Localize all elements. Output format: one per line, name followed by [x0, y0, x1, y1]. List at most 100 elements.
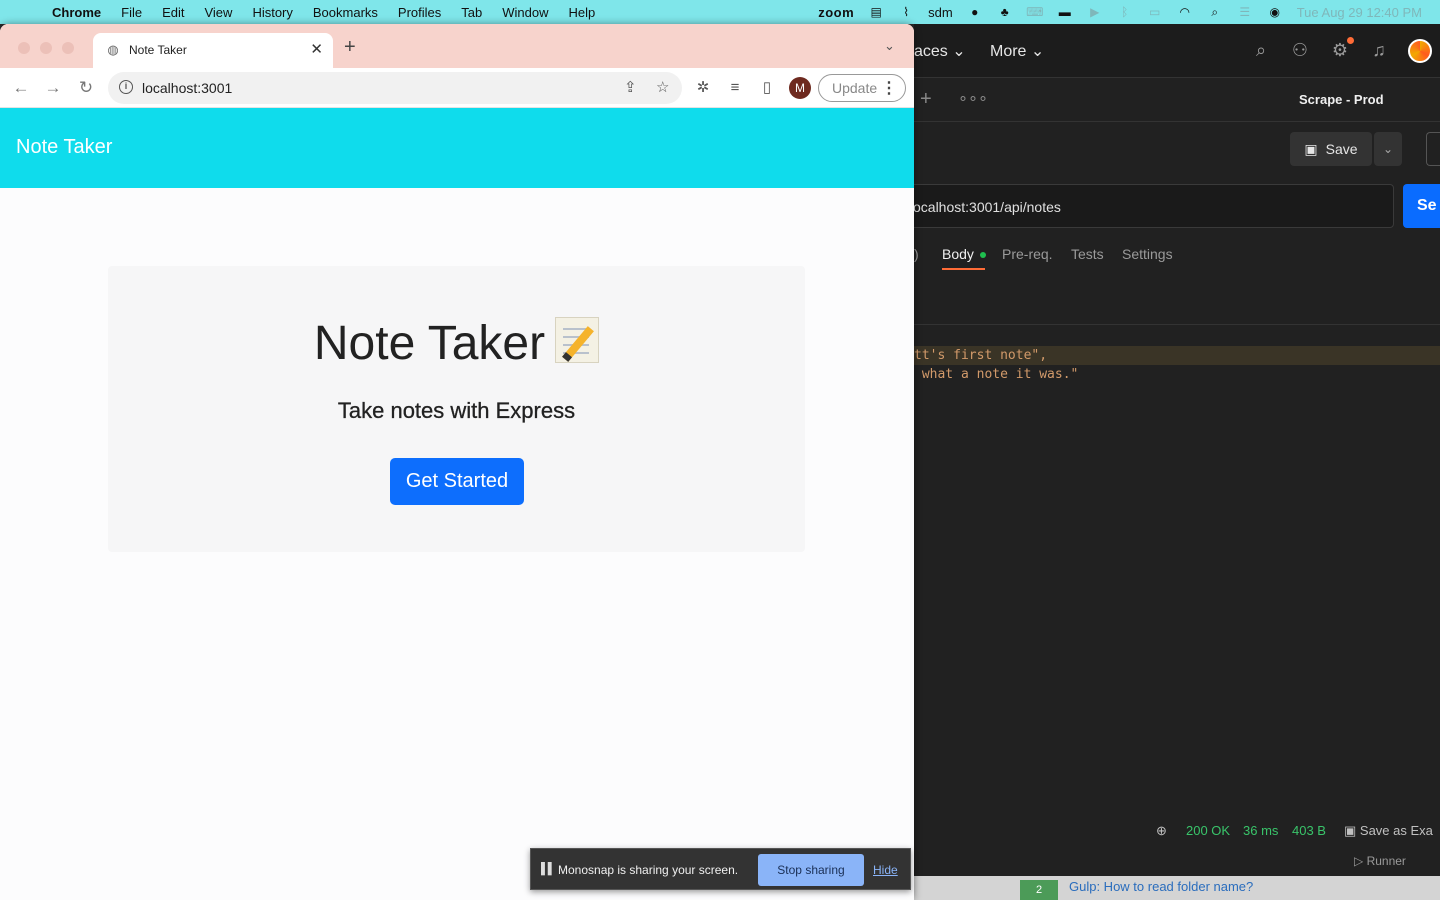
vote-badge: 2 — [1020, 880, 1058, 900]
menu-clock[interactable]: Tue Aug 29 12:40 PM — [1297, 5, 1422, 20]
response-time: 36 ms — [1243, 823, 1279, 838]
wifi-icon[interactable]: ◠ — [1177, 5, 1193, 19]
evernote-icon[interactable]: ♣ — [997, 5, 1013, 19]
globe-icon[interactable]: ⊕ — [1156, 823, 1167, 839]
body-indicator-dot — [979, 252, 986, 259]
spotlight-search-icon[interactable]: ⌕ — [1207, 5, 1223, 19]
stop-sharing-button[interactable]: Stop sharing — [758, 854, 864, 886]
share-icon[interactable]: ⇪ — [624, 78, 637, 96]
more-tabs-icon[interactable]: ∘∘∘ — [958, 88, 988, 108]
side-panel-icon[interactable]: ▯ — [756, 77, 778, 99]
menu-bookmarks[interactable]: Bookmarks — [313, 5, 378, 20]
request-url-input[interactable]: ocalhost:3001/api/notes — [904, 184, 1394, 228]
site-info-icon[interactable]: i — [119, 80, 133, 94]
sdm-status-item[interactable]: sdm — [928, 5, 953, 20]
menu-profiles[interactable]: Profiles — [398, 5, 441, 20]
web-page: Note Taker Note Taker Take notes with Ex… — [0, 108, 914, 900]
minimize-window-button[interactable] — [40, 42, 52, 54]
browser-tab[interactable]: ◍ Note Taker ✕ — [93, 33, 333, 68]
divider — [914, 324, 1440, 325]
code-line: what a note it was." — [914, 367, 1079, 382]
more-menu-icon[interactable]: ⋮ — [881, 78, 897, 98]
new-tab-button[interactable]: + — [344, 36, 356, 59]
site-navbar: Note Taker — [0, 108, 914, 188]
navbar-brand[interactable]: Note Taker — [16, 136, 112, 159]
screen-sharing-bar: ▌▌ Monosnap is sharing your screen. Stop… — [530, 848, 911, 890]
text-edit-icon[interactable]: ▤ — [868, 5, 884, 19]
bookmark-star-icon[interactable]: ☆ — [656, 78, 669, 96]
postman-header: aces ⌄ More ⌄ ⌕ ⚇ ⚙ ♫ — [914, 24, 1440, 78]
share-button-edge[interactable] — [1426, 132, 1440, 166]
get-started-button[interactable]: Get Started — [390, 458, 524, 505]
media-queue-icon[interactable]: ≡ — [724, 77, 746, 99]
search-icon[interactable]: ⌕ — [1249, 38, 1273, 62]
browser-toolbar: ← → ↻ i localhost:3001 ⇪ ☆ ✲ ≡ ▯ M Updat… — [0, 68, 914, 108]
tab-search-chevron-icon[interactable]: ⌄ — [884, 38, 895, 54]
workspaces-menu[interactable]: aces ⌄ — [914, 41, 966, 61]
save-button[interactable]: ▣ Save — [1290, 132, 1372, 166]
close-window-button[interactable] — [18, 42, 30, 54]
tab-strip: ◍ Note Taker ✕ + ⌄ — [0, 24, 914, 68]
address-url[interactable]: localhost:3001 — [142, 80, 232, 96]
active-tab-underline — [942, 268, 985, 270]
battery-icon[interactable]: ▭ — [1147, 5, 1163, 19]
screen-icon[interactable]: ▬ — [1057, 5, 1073, 19]
environment-selector[interactable]: Scrape - Prod — [1299, 92, 1384, 107]
paperclip-icon[interactable]: ⌇ — [898, 5, 914, 19]
reload-icon[interactable]: ↻ — [75, 77, 97, 99]
menu-history[interactable]: History — [252, 5, 292, 20]
zoom-window-button[interactable] — [62, 42, 74, 54]
postman-window: aces ⌄ More ⌄ ⌕ ⚇ ⚙ ♫ + ∘∘∘ Scrape - Pro… — [904, 24, 1440, 900]
save-options-button[interactable]: ⌄ — [1374, 132, 1402, 166]
avatar[interactable] — [1408, 39, 1432, 63]
postman-request-tabs: + ∘∘∘ Scrape - Prod — [914, 78, 1440, 122]
play-icon[interactable]: ▶ — [1087, 5, 1103, 19]
menu-view[interactable]: View — [204, 5, 232, 20]
tab-headers-partial[interactable]: ) — [914, 246, 919, 262]
body-editor[interactable]: tt's first note", what a note it was." — [914, 346, 1440, 384]
request-subtabs: ) Body Pre-req. Tests Settings — [914, 246, 1440, 276]
address-bar[interactable]: i localhost:3001 ⇪ ☆ — [108, 72, 682, 104]
save-example-button[interactable]: ▣ Save as Exa — [1344, 823, 1433, 839]
new-tab-icon[interactable]: + — [920, 88, 932, 111]
back-icon[interactable]: ← — [10, 77, 32, 99]
send-button[interactable]: Se — [1403, 184, 1440, 228]
chrome-window: ◍ Note Taker ✕ + ⌄ ← → ↻ i localhost:300… — [0, 24, 914, 900]
menu-edit[interactable]: Edit — [162, 5, 184, 20]
tab-pre-request[interactable]: Pre-req. — [1002, 246, 1053, 262]
control-center-icon[interactable]: ☰ — [1237, 5, 1253, 19]
close-tab-icon[interactable]: ✕ — [310, 40, 323, 58]
menu-window[interactable]: Window — [502, 5, 548, 20]
tab-body[interactable]: Body — [942, 246, 986, 262]
memo-emoji-icon — [555, 317, 600, 363]
more-menu[interactable]: More ⌄ — [990, 41, 1044, 61]
forward-icon[interactable]: → — [42, 77, 64, 99]
bluetooth-icon[interactable]: ᛒ — [1117, 5, 1133, 19]
profile-avatar[interactable]: M — [789, 77, 811, 99]
update-button[interactable]: Update ⋮ — [818, 74, 906, 102]
bell-icon[interactable]: ♫ — [1367, 38, 1391, 62]
question-link[interactable]: Gulp: How to read folder name? — [1069, 879, 1253, 894]
menu-app-name[interactable]: Chrome — [52, 5, 101, 20]
code-line: tt's first note", — [914, 346, 1440, 365]
menu-file[interactable]: File — [121, 5, 142, 20]
invite-user-icon[interactable]: ⚇ — [1288, 38, 1312, 62]
hero-jumbotron: Note Taker Take notes with Express Get S… — [108, 266, 805, 552]
pause-icon: ▌▌ — [541, 863, 556, 875]
response-size: 403 B — [1292, 823, 1326, 838]
save-icon: ▣ — [1304, 140, 1318, 157]
background-browser-strip: 2 Gulp: How to read folder name? — [914, 876, 1440, 900]
menu-help[interactable]: Help — [569, 5, 596, 20]
keyboard-icon[interactable]: ⌨ — [1026, 5, 1043, 19]
menu-tab[interactable]: Tab — [461, 5, 482, 20]
extensions-puzzle-icon[interactable]: ✲ — [692, 77, 714, 99]
zoom-status-item[interactable]: zoom — [818, 5, 854, 20]
siri-icon[interactable]: ◉ — [1267, 5, 1283, 19]
response-status-bar: ⊕ 200 OK 36 ms 403 B ▣ Save as Exa — [914, 820, 1440, 842]
status-menus: zoom ▤ ⌇ sdm ● ♣ ⌨ ▬ ▶ ᛒ ▭ ◠ ⌕ ☰ ◉ Tue A… — [818, 0, 1422, 24]
runner-button[interactable]: ▷ Runner — [1354, 854, 1406, 868]
tab-tests[interactable]: Tests — [1071, 246, 1104, 262]
hide-link[interactable]: Hide — [873, 863, 898, 877]
check-circle-icon[interactable]: ● — [967, 5, 983, 19]
tab-settings[interactable]: Settings — [1122, 246, 1173, 262]
